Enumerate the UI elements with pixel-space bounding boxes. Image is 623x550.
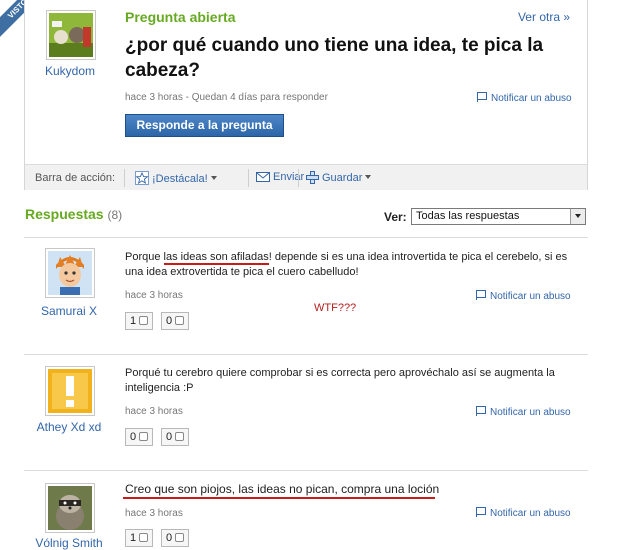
divider: [298, 169, 299, 187]
thumbs-up-button[interactable]: 1: [125, 529, 154, 547]
flag-icon: [476, 507, 486, 517]
answer-text: Porque las ideas son afiladas! depende s…: [125, 250, 575, 280]
flag-icon: [477, 92, 487, 102]
report-abuse-label: Notificar un abuso: [490, 291, 571, 302]
save-button[interactable]: Guardar: [306, 171, 372, 184]
vote-count: 1: [130, 532, 137, 544]
report-abuse-link[interactable]: Notificar un abuso: [476, 290, 571, 302]
action-bar: Barra de acción: ¡Destácala! Enviar Guar…: [25, 164, 587, 190]
thumbs-down-icon: [175, 533, 185, 542]
avatar[interactable]: [46, 10, 96, 60]
answer-time: hace 3 horas: [125, 406, 183, 417]
flag-icon: [476, 406, 486, 416]
responses-title: Respuestas: [25, 206, 104, 222]
report-abuse-label: Notificar un abuso: [490, 407, 571, 418]
answer-text-part: Porque: [125, 251, 164, 263]
answer-question-button[interactable]: Responde a la pregunta: [125, 114, 284, 137]
responses-filter-select[interactable]: Todas las respuestas: [411, 208, 586, 225]
avatar-samurai-image: [48, 251, 92, 295]
vote-count: 0: [166, 431, 173, 443]
avatar[interactable]: [45, 248, 95, 298]
action-bar-label: Barra de acción:: [35, 172, 116, 184]
save-label: Guardar: [322, 172, 363, 184]
annotation-note: WTF???: [314, 302, 357, 314]
send-label: Enviar: [273, 171, 305, 183]
vote-count: 0: [166, 315, 173, 327]
thumbs-up-icon: [139, 432, 149, 441]
thumbs-down-icon: [175, 316, 185, 325]
question-status: Pregunta abierta: [125, 9, 236, 25]
answer-time: hace 3 horas: [125, 290, 183, 301]
avatar-exclamation-image: [48, 369, 92, 413]
answer-text-highlight: las ideas son afiladas: [163, 251, 269, 265]
filter-value: Todas las respuestas: [416, 210, 520, 222]
divider: [124, 169, 125, 187]
answer-user-name[interactable]: Vólnig Smith: [24, 536, 114, 550]
star-icon: [135, 171, 149, 185]
thumbs-up-icon: [139, 533, 149, 542]
answer-text: Creo que son piojos, las ideas no pican,…: [125, 482, 440, 496]
report-abuse-label: Notificar un abuso: [491, 93, 572, 104]
question-meta: hace 3 horas - Quedan 4 días para respon…: [125, 92, 328, 103]
chevron-down-icon: [365, 175, 372, 179]
send-button[interactable]: Enviar: [256, 171, 304, 183]
highlight-button[interactable]: ¡Destácala!: [135, 171, 217, 185]
responses-count: (8): [107, 208, 123, 222]
report-abuse-label: Notificar un abuso: [490, 508, 571, 519]
vote-count: 0: [166, 532, 173, 544]
divider: [24, 237, 588, 238]
thumbs-up-icon: [139, 316, 149, 325]
report-abuse-link[interactable]: Notificar un abuso: [476, 507, 571, 519]
thumbs-down-button[interactable]: 0: [161, 312, 190, 330]
responses-heading: Respuestas (8): [25, 206, 122, 222]
highlight-label: ¡Destácala!: [152, 173, 208, 185]
answer-text: Porqué tu cerebro quiere comprobar si es…: [125, 367, 555, 394]
avatar-raccoon-image: [48, 486, 92, 530]
chevron-down-icon: [210, 176, 217, 180]
vote-count: 1: [130, 315, 137, 327]
filter-label: Ver:: [384, 210, 407, 224]
thumbs-up-button[interactable]: 0: [125, 428, 154, 446]
see-other-link[interactable]: Ver otra »: [518, 10, 570, 24]
thumbs-down-button[interactable]: 0: [161, 529, 190, 547]
thumbs-down-button[interactable]: 0: [161, 428, 190, 446]
avatar[interactable]: [45, 366, 95, 416]
question-box: Kukydom Pregunta abierta Ver otra » ¿por…: [24, 0, 588, 190]
avatar-kukydom-image: [49, 13, 93, 57]
report-abuse-link[interactable]: Notificar un abuso: [476, 406, 571, 418]
plus-icon: [306, 171, 319, 184]
report-abuse-link[interactable]: Notificar un abuso: [477, 92, 572, 104]
answer-time: hace 3 horas: [125, 508, 183, 519]
divider: [24, 354, 588, 355]
chevron-down-icon[interactable]: [570, 209, 585, 224]
answer-user-name[interactable]: Samurai X: [24, 304, 114, 318]
answer-user-name[interactable]: Athey Xd xd: [24, 420, 114, 434]
divider: [24, 470, 588, 471]
question-user-name[interactable]: Kukydom: [25, 64, 115, 78]
question-title: ¿por qué cuando uno tiene una idea, te p…: [125, 35, 544, 81]
envelope-icon: [256, 172, 270, 182]
thumbs-down-icon: [175, 432, 185, 441]
flag-icon: [476, 290, 486, 300]
annotation-underline: [123, 497, 435, 499]
vote-count: 0: [130, 431, 137, 443]
avatar[interactable]: [45, 483, 95, 533]
divider: [248, 169, 249, 187]
thumbs-up-button[interactable]: 1: [125, 312, 154, 330]
